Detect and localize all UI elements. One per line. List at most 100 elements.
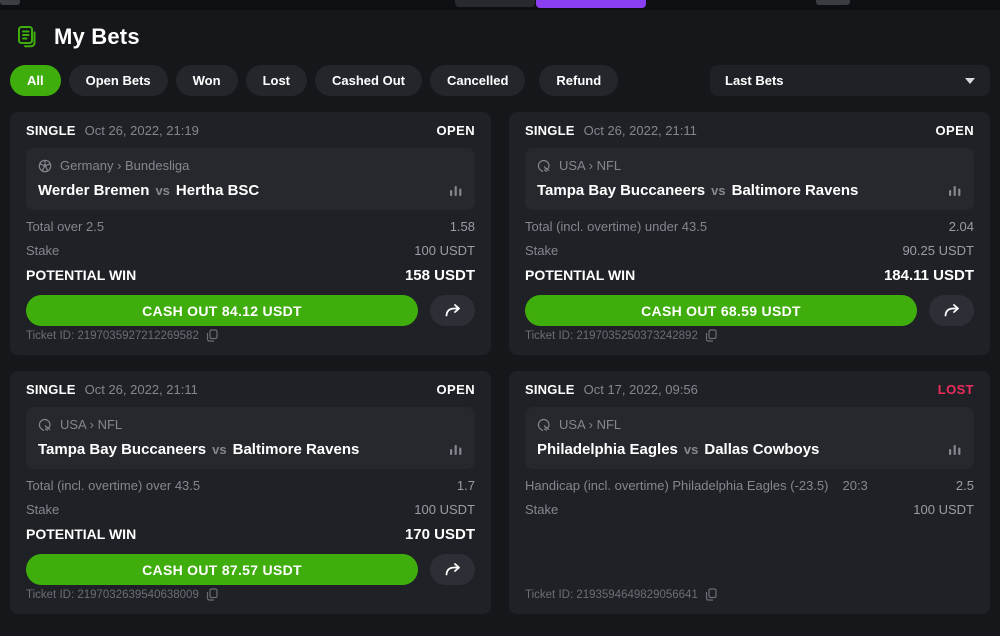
- stake-value: 100 USDT: [913, 502, 974, 517]
- copy-icon[interactable]: [705, 329, 717, 342]
- ticket-id: Ticket ID: 2197035927212269582: [26, 330, 199, 342]
- bet-type: SINGLE: [525, 123, 575, 138]
- cashout-button[interactable]: CASH OUT 68.59 USDT: [525, 295, 917, 326]
- market-row: Handicap (incl. overtime) Philadelphia E…: [525, 478, 974, 493]
- potential-win-row: POTENTIAL WIN 184.11 USDT: [525, 267, 974, 284]
- stats-icon[interactable]: [948, 185, 962, 197]
- stake-label: Stake: [26, 243, 59, 258]
- bet-card-2: SINGLE Oct 26, 2022, 21:11 OPEN USA › NF…: [509, 112, 990, 355]
- league-label: USA › NFL: [60, 417, 122, 432]
- odds-value: 2.04: [949, 219, 974, 234]
- share-arrow-icon: [444, 303, 462, 318]
- match-row: Werder Bremen vs Hertha BSC: [38, 182, 463, 199]
- bet-card-4: SINGLE Oct 17, 2022, 09:56 LOST USA › NF…: [509, 371, 990, 614]
- ticket-id: Ticket ID: 2197035250373242892: [525, 330, 698, 342]
- home-team: Tampa Bay Buccaneers: [537, 182, 705, 199]
- stake-row: Stake 100 USDT: [525, 502, 974, 517]
- filter-cancelled[interactable]: Cancelled: [430, 65, 525, 96]
- copy-icon[interactable]: [705, 588, 717, 601]
- market-row: Total (incl. overtime) under 43.5 2.04: [525, 219, 974, 234]
- league-label: USA › NFL: [559, 158, 621, 173]
- filter-won[interactable]: Won: [176, 65, 238, 96]
- chevron-down-icon: [965, 78, 975, 84]
- cashout-button[interactable]: CASH OUT 84.12 USDT: [26, 295, 418, 326]
- bet-card-header: SINGLE Oct 26, 2022, 21:19 OPEN: [26, 123, 475, 138]
- potential-win-label: POTENTIAL WIN: [26, 526, 136, 542]
- filter-open-bets[interactable]: Open Bets: [69, 65, 168, 96]
- filter-bar: All Open Bets Won Lost Cashed Out Cancel…: [10, 65, 990, 96]
- sort-dropdown[interactable]: Last Bets: [710, 65, 990, 96]
- share-arrow-icon: [943, 303, 961, 318]
- event-box: USA › NFL Tampa Bay Buccaneers vs Baltim…: [525, 148, 974, 210]
- stake-row: Stake 100 USDT: [26, 502, 475, 517]
- ticket-id: Ticket ID: 2197032639540638009: [26, 589, 199, 601]
- stats-icon[interactable]: [948, 444, 962, 456]
- actions-row: CASH OUT 68.59 USDT: [525, 295, 974, 326]
- event-box: Germany › Bundesliga Werder Bremen vs He…: [26, 148, 475, 210]
- ticket-row: Ticket ID: 2197035927212269582: [26, 329, 475, 342]
- share-arrow-icon: [444, 562, 462, 577]
- vs-label: vs: [212, 442, 226, 457]
- league-row: USA › NFL: [38, 417, 463, 432]
- bet-date: Oct 26, 2022, 21:11: [85, 382, 198, 397]
- status-badge: OPEN: [437, 123, 475, 138]
- stats-icon[interactable]: [449, 185, 463, 197]
- event-box: USA › NFL Tampa Bay Buccaneers vs Baltim…: [26, 407, 475, 469]
- copy-icon[interactable]: [206, 588, 218, 601]
- bet-card-3: SINGLE Oct 26, 2022, 21:11 OPEN USA › NF…: [10, 371, 491, 614]
- stats-icon[interactable]: [449, 444, 463, 456]
- filter-all[interactable]: All: [10, 65, 61, 96]
- sort-dropdown-value: Last Bets: [725, 73, 784, 88]
- status-badge: OPEN: [936, 123, 974, 138]
- american-football-icon: [537, 418, 551, 432]
- league-row: USA › NFL: [537, 417, 962, 432]
- ticket-row: Ticket ID: 2197035250373242892: [525, 329, 974, 342]
- market-label: Total over 2.5: [26, 219, 104, 234]
- copy-icon[interactable]: [206, 329, 218, 342]
- bet-card-header: SINGLE Oct 17, 2022, 09:56 LOST: [525, 382, 974, 397]
- league-label: Germany › Bundesliga: [60, 158, 189, 173]
- bet-type: SINGLE: [525, 382, 575, 397]
- potential-win-row: POTENTIAL WIN 158 USDT: [26, 267, 475, 284]
- vs-label: vs: [155, 183, 169, 198]
- nav-active-button-fragment[interactable]: [536, 0, 646, 8]
- stake-value: 90.25 USDT: [902, 243, 974, 258]
- soccer-icon: [38, 159, 52, 173]
- nav-logo-fragment: [0, 0, 20, 5]
- odds-value: 1.58: [450, 219, 475, 234]
- bets-grid: SINGLE Oct 26, 2022, 21:19 OPEN Germany …: [10, 112, 990, 614]
- away-team: Hertha BSC: [176, 182, 259, 199]
- league-row: Germany › Bundesliga: [38, 158, 463, 173]
- away-team: Baltimore Ravens: [233, 441, 360, 458]
- stake-label: Stake: [26, 502, 59, 517]
- home-team: Philadelphia Eagles: [537, 441, 678, 458]
- share-button[interactable]: [929, 295, 974, 326]
- ticket-id: Ticket ID: 2193594649829056641: [525, 589, 698, 601]
- cashout-button[interactable]: CASH OUT 87.57 USDT: [26, 554, 418, 585]
- ticket-row: Ticket ID: 2193594649829056641: [525, 588, 974, 601]
- market-label: Total (incl. overtime) under 43.5: [525, 219, 707, 234]
- event-box: USA › NFL Philadelphia Eagles vs Dallas …: [525, 407, 974, 469]
- bet-date: Oct 26, 2022, 21:19: [85, 123, 199, 138]
- stake-row: Stake 100 USDT: [26, 243, 475, 258]
- filter-cashed-out[interactable]: Cashed Out: [315, 65, 422, 96]
- market-row: Total (incl. overtime) over 43.5 1.7: [26, 478, 475, 493]
- match-row: Tampa Bay Buccaneers vs Baltimore Ravens: [537, 182, 962, 199]
- share-button[interactable]: [430, 554, 475, 585]
- bet-type: SINGLE: [26, 123, 76, 138]
- filter-lost[interactable]: Lost: [246, 65, 307, 96]
- actions-row: CASH OUT 87.57 USDT: [26, 554, 475, 585]
- bet-card-header: SINGLE Oct 26, 2022, 21:11 OPEN: [525, 123, 974, 138]
- potential-win-value: 170 USDT: [405, 526, 475, 543]
- stake-label: Stake: [525, 502, 558, 517]
- filter-refund[interactable]: Refund: [539, 65, 618, 96]
- nav-item-fragment-2: [816, 0, 850, 5]
- stake-value: 100 USDT: [414, 502, 475, 517]
- potential-win-value: 158 USDT: [405, 267, 475, 284]
- market-label: Handicap (incl. overtime) Philadelphia E…: [525, 478, 828, 493]
- page-title: My Bets: [54, 24, 140, 50]
- potential-win-label: POTENTIAL WIN: [26, 267, 136, 283]
- page-header: My Bets: [10, 24, 990, 50]
- share-button[interactable]: [430, 295, 475, 326]
- bet-card-1: SINGLE Oct 26, 2022, 21:19 OPEN Germany …: [10, 112, 491, 355]
